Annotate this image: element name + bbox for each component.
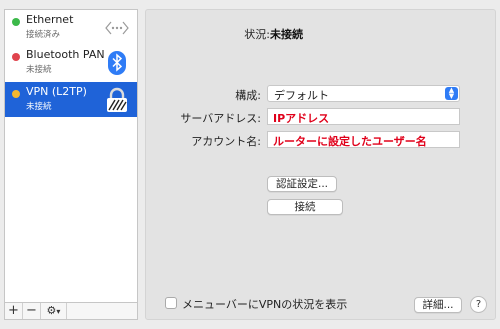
server-address-field[interactable]: IPアドレス — [267, 108, 460, 125]
service-list-toolbar: + − ⚙︎▾ — [5, 302, 137, 319]
show-vpn-status-label: メニューバーにVPNの状況を表示 — [182, 298, 348, 311]
service-status: 未接続 — [26, 65, 52, 75]
status-dot-red — [12, 53, 20, 61]
chevron-down-icon: ▾ — [56, 307, 61, 316]
service-item-bluetooth-pan[interactable]: Bluetooth PAN 未接続 — [5, 45, 137, 80]
server-address-value: IPアドレス — [273, 112, 330, 125]
bluetooth-icon — [108, 51, 126, 75]
select-arrows-icon: ▲ ▼ — [445, 87, 458, 100]
account-name-label: アカウント名: — [191, 135, 261, 148]
service-name: Ethernet — [26, 13, 74, 26]
authentication-settings-button[interactable]: 認証設定... — [267, 176, 337, 192]
status-dot-yellow — [12, 90, 20, 98]
service-list: Ethernet 接続済み Bluetooth PAN 未接続 VPN (L2T… — [4, 9, 138, 320]
gear-icon: ⚙︎ — [46, 304, 57, 317]
configuration-select[interactable]: デフォルト ▲ ▼ — [267, 85, 460, 102]
service-item-ethernet[interactable]: Ethernet 接続済み — [5, 10, 137, 45]
show-vpn-status-checkbox[interactable] — [165, 297, 177, 309]
service-status: 接続済み — [26, 30, 61, 40]
add-service-button[interactable]: + — [5, 303, 23, 319]
service-status: 未接続 — [26, 102, 52, 112]
status-dot-green — [12, 18, 20, 26]
service-item-vpn-l2tp[interactable]: VPN (L2TP) 未接続 — [5, 82, 137, 117]
account-name-field[interactable]: ルーターに設定したユーザー名 — [267, 131, 460, 148]
service-name: Bluetooth PAN — [26, 48, 105, 61]
action-menu-button[interactable]: ⚙︎▾ — [41, 303, 67, 319]
vpn-detail-panel: 状況: 未接続 構成: デフォルト ▲ ▼ サーバアドレス: IPアドレス アカウ… — [145, 9, 496, 320]
configuration-value: デフォルト — [274, 89, 329, 102]
ethernet-icon — [105, 21, 129, 35]
account-name-value: ルーターに設定したユーザー名 — [273, 135, 427, 148]
configuration-label: 構成: — [235, 89, 261, 102]
status-value: 未接続 — [270, 28, 303, 41]
remove-service-button[interactable]: − — [23, 303, 41, 319]
connect-button[interactable]: 接続 — [267, 199, 343, 215]
server-address-label: サーバアドレス: — [180, 112, 261, 125]
help-button[interactable]: ? — [470, 296, 487, 313]
advanced-button[interactable]: 詳細... — [414, 297, 462, 313]
vpn-lock-icon — [107, 87, 127, 112]
service-name: VPN (L2TP) — [26, 85, 87, 98]
status-label: 状況: — [244, 28, 270, 41]
